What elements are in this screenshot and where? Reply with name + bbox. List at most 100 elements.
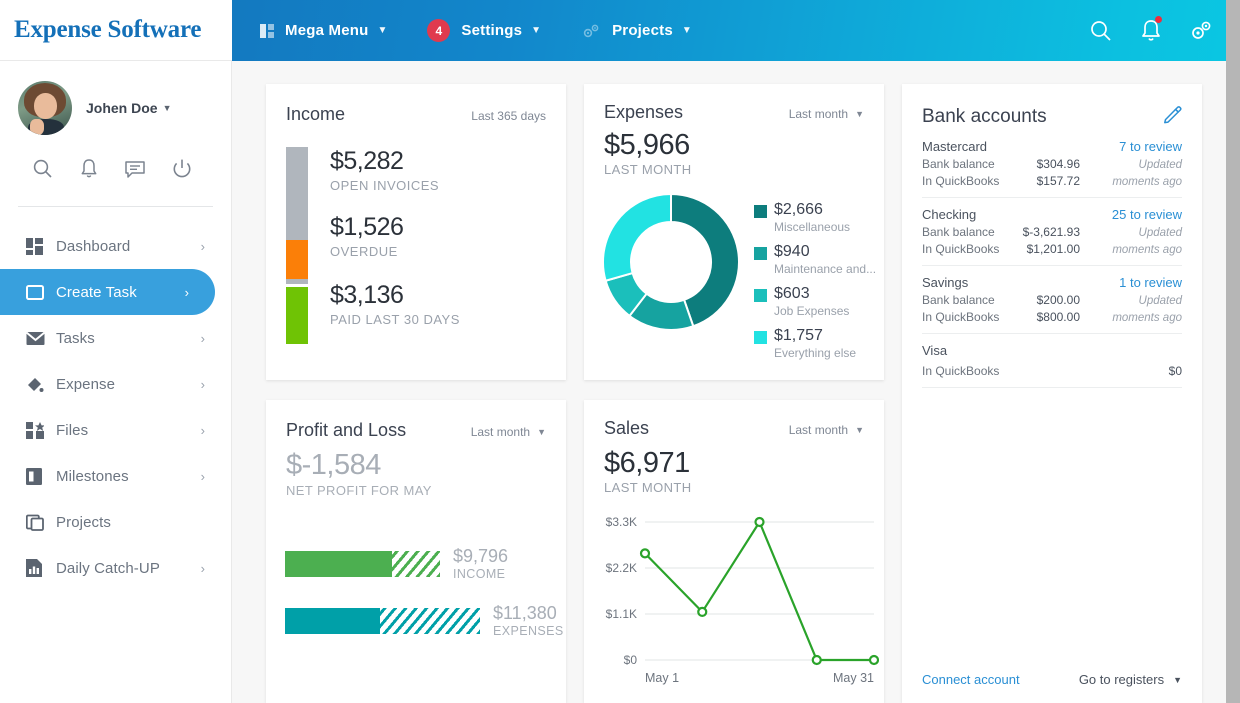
y-axis-tick-label: $3.3K xyxy=(606,515,637,529)
sidebar-item-files[interactable]: Files › xyxy=(0,407,231,453)
bank-review-link[interactable]: 1 to review xyxy=(1119,275,1182,290)
grid-icon xyxy=(260,23,274,38)
legend-swatch xyxy=(754,247,767,260)
bank-card-header: Bank accounts xyxy=(902,84,1202,129)
sidebar-item-tasks[interactable]: Tasks › xyxy=(0,315,231,361)
legend-value: $1,757 xyxy=(774,327,823,344)
sales-total: $6,971 xyxy=(604,447,690,479)
net-profit-amount: $-1,584 xyxy=(286,449,381,481)
legend-value: $2,666 xyxy=(774,201,823,218)
go-to-registers-label: Go to registers xyxy=(1078,672,1165,687)
profit-loss-title: Profit and Loss xyxy=(286,420,407,440)
nav-item-projects[interactable]: Projects ▼ xyxy=(581,22,692,40)
y-axis-tick-label: $2.2K xyxy=(606,561,637,575)
bank-line-note: moments ago xyxy=(1112,244,1182,256)
legend-swatch xyxy=(754,205,767,218)
profit-loss-label: INCOME xyxy=(453,567,506,581)
bank-line-note: moments ago xyxy=(1112,176,1182,188)
income-card-header: Income Last 365 days xyxy=(266,84,566,125)
y-axis-tick-label: $0 xyxy=(624,653,638,667)
bank-account-name: Mastercard xyxy=(922,139,988,154)
search-icon[interactable] xyxy=(31,157,55,186)
nav-item-mega-menu[interactable]: Mega Menu ▼ xyxy=(260,22,387,39)
app-title: Expense Software xyxy=(14,16,202,43)
income-row-paid: $3,136 PAID LAST 30 DAYS xyxy=(330,281,460,327)
sales-data-point[interactable] xyxy=(754,516,765,528)
income-rows: $5,282 OPEN INVOICES $1,526 OVERDUE $3,1… xyxy=(330,147,460,344)
connect-account-link[interactable]: Connect account xyxy=(922,672,1020,687)
go-to-registers-dropdown[interactable]: Go to registers ▼ xyxy=(1079,672,1182,687)
legend-label: Maintenance and... xyxy=(774,262,877,276)
sidebar-item-projects[interactable]: Projects xyxy=(0,499,231,545)
bank-account-row: Visa In QuickBooks $0 xyxy=(922,343,1182,388)
chevron-right-icon: › xyxy=(200,376,205,392)
bank-line-label: Bank balance xyxy=(922,157,995,171)
profit-loss-value: $9,796 xyxy=(453,546,509,566)
profit-loss-card: Profit and Loss Last month ▼ $-1,584 NET… xyxy=(266,400,566,703)
sidebar-item-label: Dashboard xyxy=(56,237,131,255)
sidebar-item-label: Milestones xyxy=(56,467,129,485)
profit-loss-bars: $9,796 INCOME $11,380 EXPENSES xyxy=(266,498,566,638)
legend-value: $940 xyxy=(774,243,810,260)
search-icon[interactable] xyxy=(1076,0,1126,61)
sidebar-item-label: Create Task xyxy=(56,283,137,301)
income-row-overdue: $1,526 OVERDUE xyxy=(330,213,460,259)
chevron-right-icon: › xyxy=(184,284,189,300)
chevron-down-icon: ▼ xyxy=(1173,674,1182,685)
profit-loss-label: EXPENSES xyxy=(493,624,564,638)
sales-title: Sales xyxy=(604,418,650,438)
sidebar-item-dashboard[interactable]: Dashboard › xyxy=(0,223,231,269)
page-scrollbar[interactable] xyxy=(1226,0,1240,703)
income-amount: $5,282 xyxy=(330,147,404,175)
sales-data-point[interactable] xyxy=(868,654,879,666)
chevron-down-icon: ▼ xyxy=(531,25,542,36)
sales-line-chart: $3.3K $2.2K $1.1K $0 May 1 May 31 xyxy=(606,515,879,685)
bank-review-link[interactable]: 25 to review xyxy=(1112,207,1182,222)
sales-total-block: $6,971 LAST MONTH xyxy=(584,439,884,495)
bank-review-link[interactable]: 7 to review xyxy=(1119,139,1182,154)
bank-line-note: moments ago xyxy=(1112,312,1182,324)
chevron-down-icon: ▼ xyxy=(855,425,864,435)
scrollbar-thumb[interactable] xyxy=(1226,0,1240,703)
sidebar-item-expense[interactable]: Expense › xyxy=(0,361,231,407)
legend-swatch xyxy=(754,331,767,344)
legend-value: $603 xyxy=(774,285,810,302)
sidebar-item-label: Daily Catch-UP xyxy=(56,559,160,577)
expenses-total-label: LAST MONTH xyxy=(604,162,692,177)
legend-label: Miscellaneous xyxy=(774,220,851,234)
profit-loss-period-dropdown[interactable]: Last month ▼ xyxy=(471,425,546,439)
sales-data-point[interactable] xyxy=(811,654,822,666)
income-label: OVERDUE xyxy=(330,244,398,259)
sales-data-point[interactable] xyxy=(697,606,708,618)
chevron-right-icon: › xyxy=(200,468,205,484)
expenses-period-dropdown[interactable]: Last month ▼ xyxy=(789,107,864,121)
bank-card-footer: Connect account Go to registers ▼ xyxy=(922,672,1182,687)
power-icon[interactable] xyxy=(170,157,194,186)
pencil-icon[interactable] xyxy=(1162,104,1182,129)
sidebar-item-daily-catch-up[interactable]: Daily Catch-UP › xyxy=(0,545,231,591)
navbar-actions xyxy=(1076,0,1226,61)
sidebar-item-label: Tasks xyxy=(56,329,95,347)
sales-data-point[interactable] xyxy=(639,548,651,559)
chat-icon[interactable] xyxy=(123,158,147,185)
sales-period-dropdown[interactable]: Last month ▼ xyxy=(789,423,864,437)
income-bar-segment-open xyxy=(286,147,308,240)
sidebar-item-milestones[interactable]: Milestones › xyxy=(0,453,231,499)
expenses-total-block: $5,966 LAST MONTH xyxy=(584,123,884,177)
profile-block[interactable]: Johen Doe ▼ xyxy=(0,61,231,135)
sales-period-label: Last month xyxy=(788,423,849,437)
nav-item-settings[interactable]: 4 Settings ▼ xyxy=(427,19,541,42)
main-navbar: Mega Menu ▼ 4 Settings ▼ Projects ▼ xyxy=(232,0,1240,61)
legend-label: Job Expenses xyxy=(774,304,850,318)
settings-gear-icon[interactable] xyxy=(1176,0,1226,61)
bell-icon[interactable] xyxy=(1126,0,1176,61)
legend-item: $603 Job Expenses xyxy=(754,285,876,318)
legend-item: $1,757 Everything else xyxy=(754,327,876,360)
bank-accounts-card: Bank accounts Mastercard 7 to review Ban… xyxy=(902,84,1202,703)
x-axis-tick-label: May 1 xyxy=(645,671,679,685)
sidebar-item-create-task[interactable]: Create Task › xyxy=(0,269,215,315)
chevron-down-icon: ▼ xyxy=(162,103,172,113)
sidebar-item-label: Expense xyxy=(56,375,116,393)
profile-name: Johen Doe xyxy=(86,100,158,116)
bell-icon[interactable] xyxy=(78,157,100,186)
